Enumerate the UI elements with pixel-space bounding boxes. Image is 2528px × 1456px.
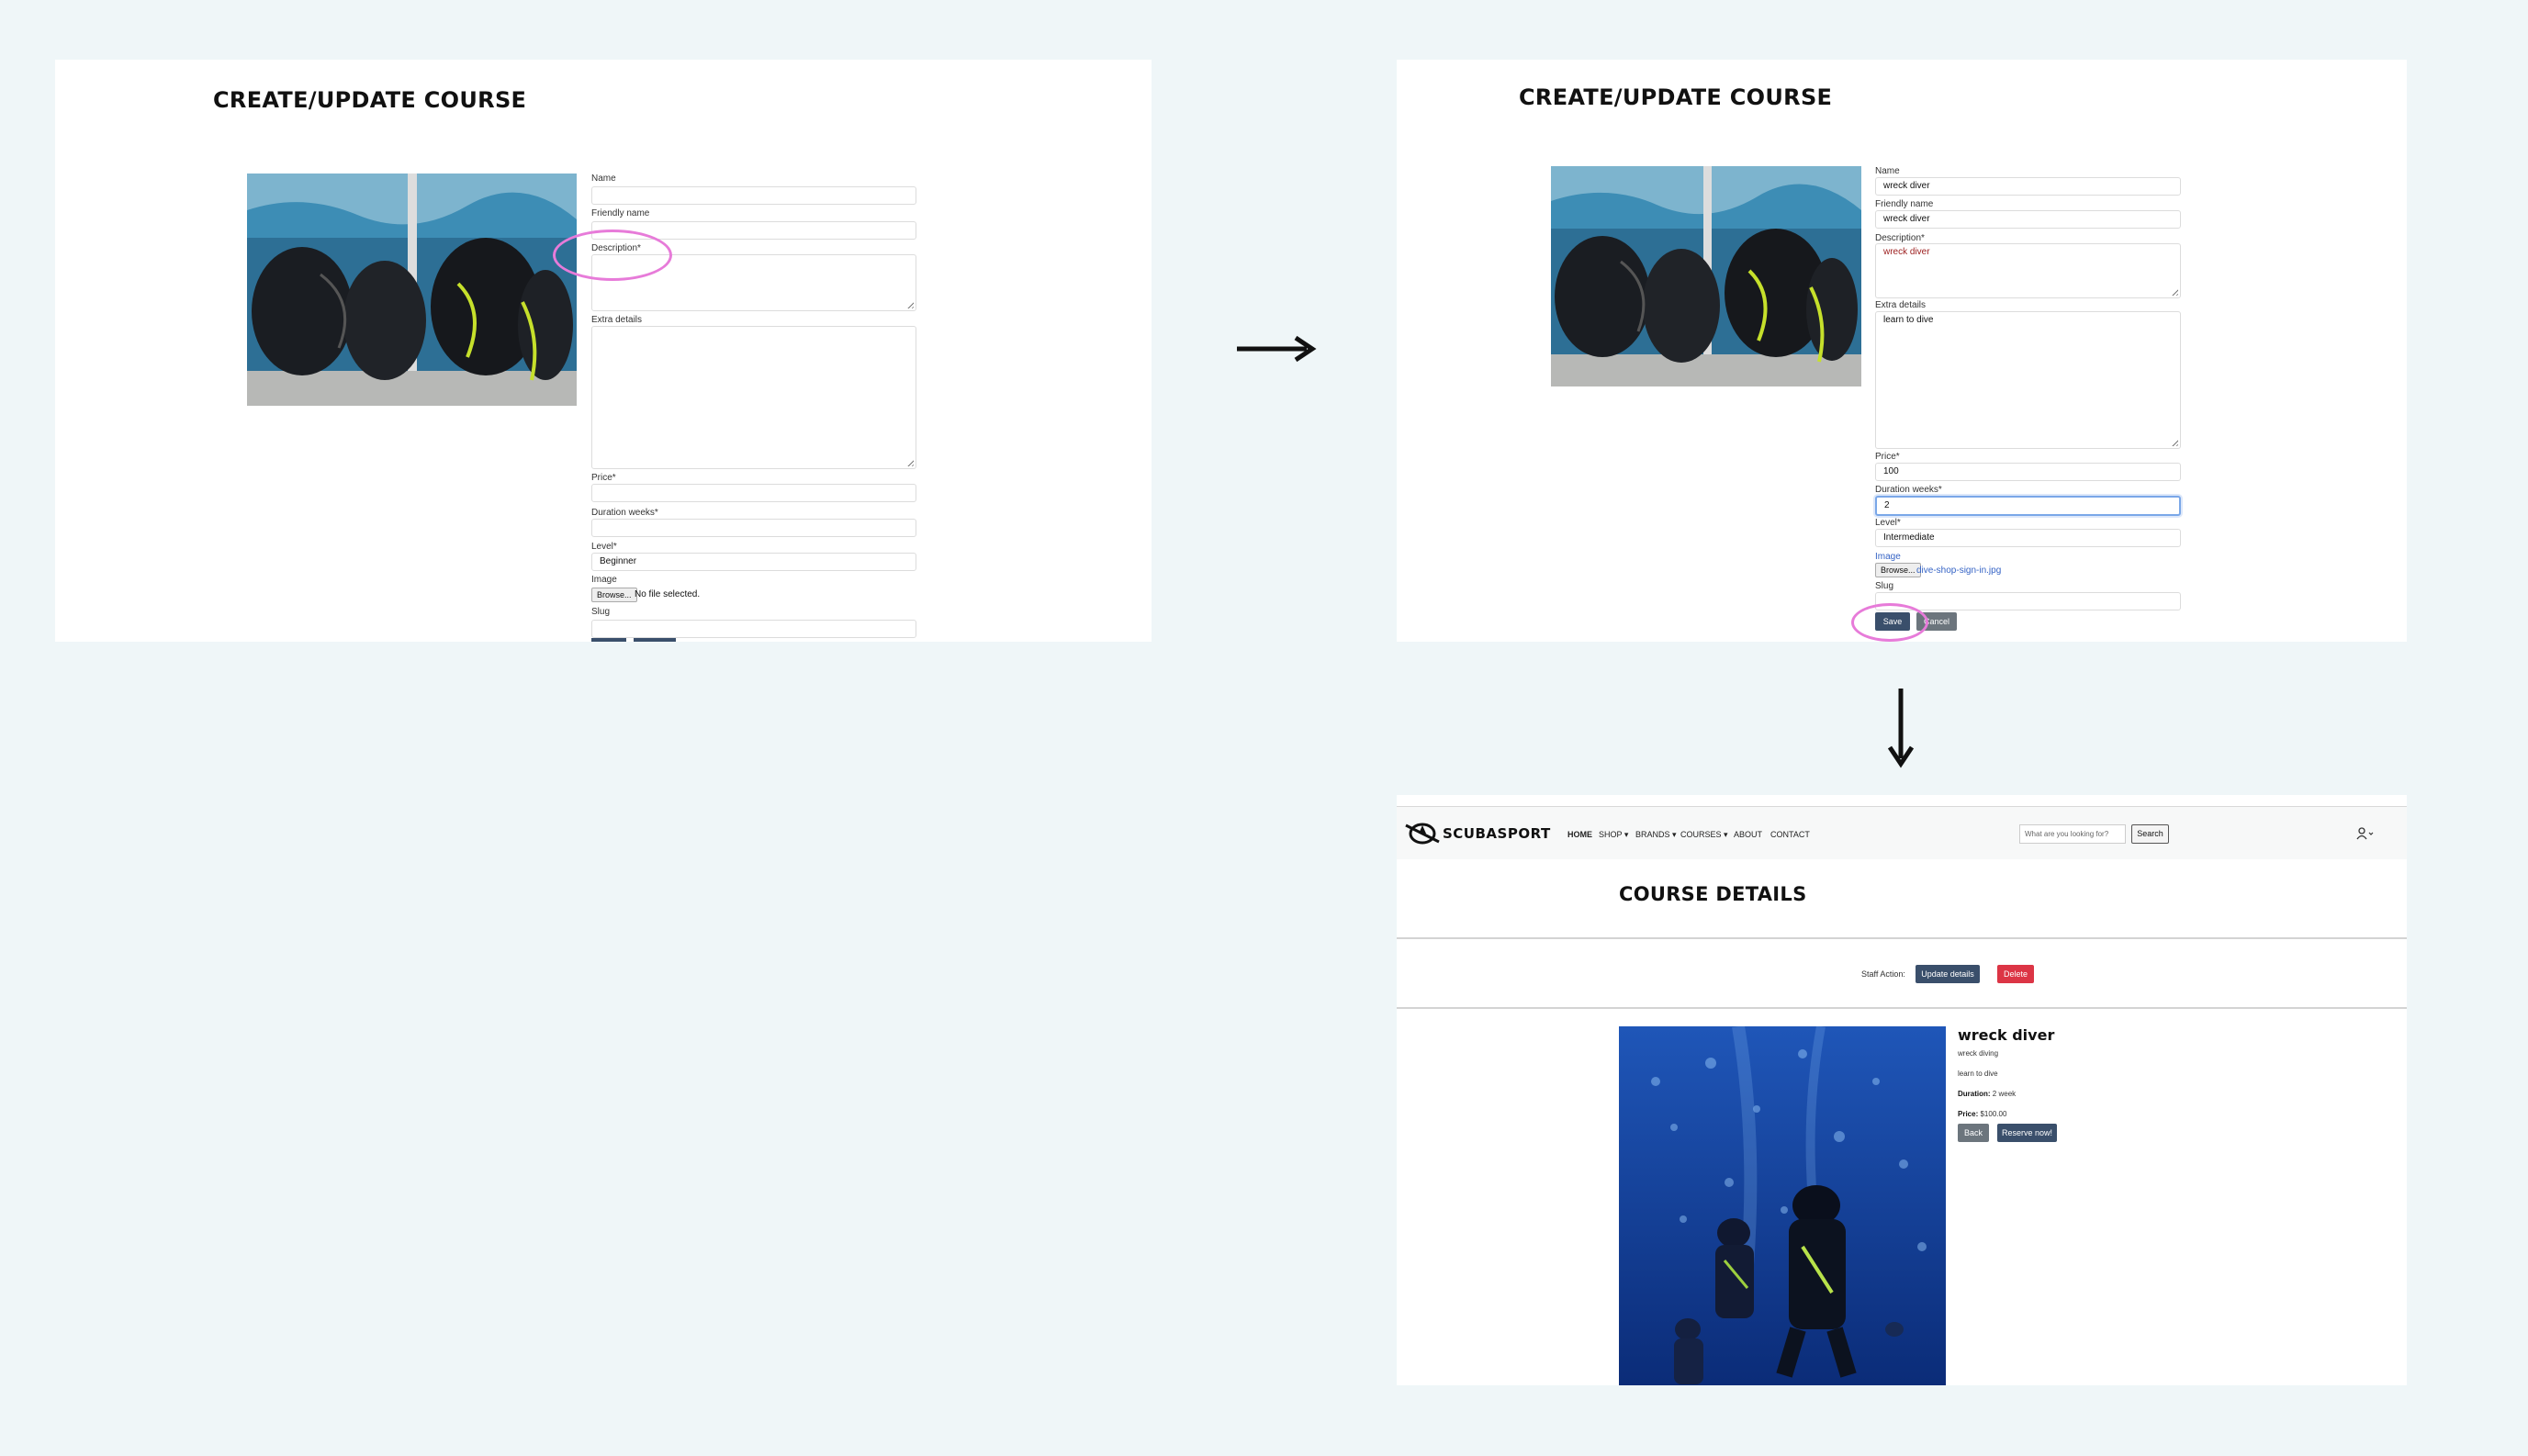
save-button-partial[interactable]: [591, 638, 626, 642]
update-details-button[interactable]: Update details: [1916, 965, 1980, 983]
back-button[interactable]: Back: [1958, 1124, 1989, 1142]
browse-button[interactable]: Browse...: [591, 588, 637, 602]
search-input[interactable]: What are you looking for?: [2019, 824, 2126, 844]
name-input[interactable]: [591, 186, 916, 205]
image-label: Image: [591, 575, 617, 585]
extra-details-label: Extra details: [591, 315, 643, 325]
create-course-empty-screenshot: CREATE/UPDATE COURSE Name Friendly name …: [55, 60, 1152, 642]
arrow-down-icon: [1887, 689, 1915, 768]
name-input[interactable]: wreck diver: [1875, 177, 2181, 196]
course-duration: Duration: 2 week: [1958, 1090, 2016, 1098]
price-input[interactable]: 100: [1875, 463, 2181, 481]
nav-courses[interactable]: COURSES ▾: [1680, 830, 1728, 840]
level-select[interactable]: Intermediate: [1875, 529, 2181, 547]
level-label: Level*: [591, 542, 617, 552]
cancel-button-partial[interactable]: [634, 638, 676, 642]
course-image-preview: [1551, 166, 1861, 386]
nav-home[interactable]: HOME: [1567, 830, 1592, 839]
highlight-ring: [553, 230, 672, 281]
user-account-icon[interactable]: [2356, 827, 2375, 840]
staff-action-label: Staff Action:: [1861, 969, 1905, 979]
description-textarea[interactable]: wreck diver: [1875, 243, 2181, 298]
course-image-preview: [247, 174, 577, 406]
nav-contact[interactable]: CONTACT: [1770, 830, 1810, 839]
description-label: Description*: [1875, 233, 1925, 243]
price-value: $100.00: [1980, 1110, 2007, 1118]
image-label: Image: [1875, 552, 1901, 562]
duration-label: Duration:: [1958, 1090, 1991, 1098]
extra-details-textarea[interactable]: learn to dive: [1875, 311, 2181, 449]
file-status: No file selected.: [635, 589, 701, 599]
divider: [1397, 937, 2407, 939]
nav-about[interactable]: ABOUT: [1734, 830, 1762, 839]
search-button[interactable]: Search: [2131, 824, 2169, 844]
slug-input[interactable]: [1875, 592, 2181, 610]
nav-shop[interactable]: SHOP ▾: [1599, 830, 1628, 840]
extra-details-textarea[interactable]: [591, 326, 916, 469]
course-friendly-text: wreck diving: [1958, 1049, 1999, 1058]
duration-input[interactable]: [591, 519, 916, 537]
price-label: Price*: [1875, 452, 1900, 462]
price-input[interactable]: [591, 484, 916, 502]
selected-file-name: dive-shop-sign-in.jpg: [1916, 566, 2002, 576]
page-title: CREATE/UPDATE COURSE: [1519, 84, 1833, 110]
resize-handle-icon[interactable]: [905, 458, 914, 466]
course-image: [1619, 1026, 1946, 1385]
level-select[interactable]: Beginner: [591, 553, 916, 571]
friendly-name-label: Friendly name: [1875, 199, 1934, 209]
brand-name[interactable]: SCUBASPORT: [1443, 825, 1551, 842]
page-title: COURSE DETAILS: [1619, 883, 1807, 905]
page-title: CREATE/UPDATE COURSE: [213, 87, 527, 113]
name-label: Name: [591, 174, 616, 184]
course-extra-text: learn to dive: [1958, 1070, 1998, 1078]
slug-label: Slug: [1875, 581, 1894, 591]
course-details-screenshot: SCUBASPORT HOME SHOP ▾ BRANDS ▾ COURSES …: [1397, 795, 2407, 1385]
level-label: Level*: [1875, 518, 1901, 528]
arrow-right-icon: [1237, 335, 1317, 363]
name-label: Name: [1875, 166, 1900, 176]
scuba-logo-icon: [1405, 823, 1440, 845]
slug-input[interactable]: [591, 620, 916, 638]
slug-label: Slug: [591, 607, 611, 617]
duration-input[interactable]: 2: [1875, 496, 2181, 516]
friendly-name-input[interactable]: wreck diver: [1875, 210, 2181, 229]
friendly-name-label: Friendly name: [591, 208, 650, 218]
divider: [1397, 1007, 2407, 1009]
course-name: wreck diver: [1958, 1026, 2055, 1044]
extra-details-label: Extra details: [1875, 300, 1927, 310]
reserve-now-button[interactable]: Reserve now!: [1997, 1124, 2057, 1142]
course-price: Price: $100.00: [1958, 1110, 2006, 1118]
price-label: Price:: [1958, 1110, 1979, 1118]
delete-button[interactable]: Delete: [1997, 965, 2034, 983]
highlight-ring: [1851, 603, 1928, 642]
resize-handle-icon[interactable]: [905, 300, 914, 308]
browse-button[interactable]: Browse...: [1875, 563, 1921, 577]
nav-brands[interactable]: BRANDS ▾: [1635, 830, 1677, 840]
duration-label: Duration weeks*: [591, 508, 658, 518]
create-course-filled-screenshot: CREATE/UPDATE COURSE Name wreck diver Fr…: [1397, 60, 2407, 642]
price-label: Price*: [591, 473, 616, 483]
navbar: SCUBASPORT HOME SHOP ▾ BRANDS ▾ COURSES …: [1397, 806, 2407, 859]
duration-value: 2 week: [1992, 1090, 2017, 1098]
duration-label: Duration weeks*: [1875, 485, 1942, 495]
